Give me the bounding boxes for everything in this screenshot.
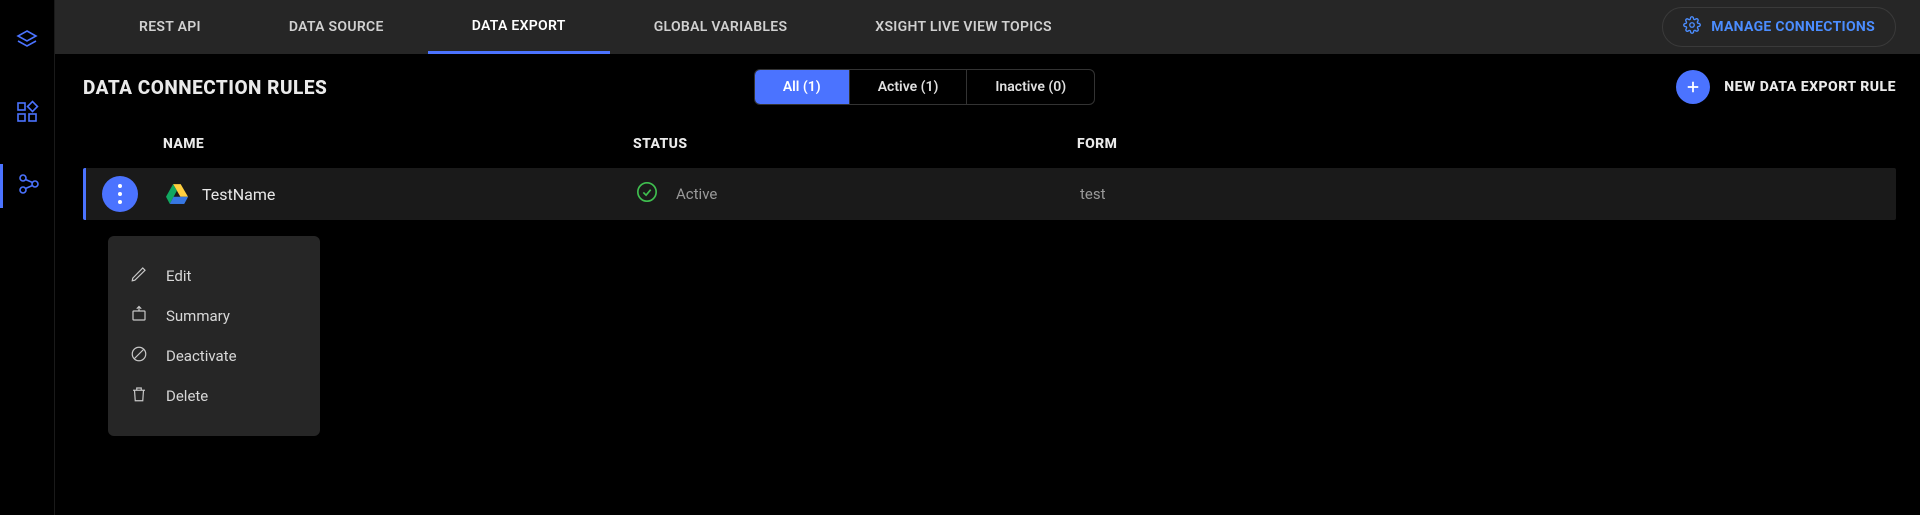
gear-icon (1683, 16, 1701, 38)
column-form: FORM (1077, 136, 1896, 152)
google-drive-icon (166, 184, 188, 204)
filter-active[interactable]: Active (1) (850, 70, 968, 104)
left-sidebar (0, 0, 55, 515)
tab-data-export[interactable]: DATA EXPORT (428, 0, 610, 54)
plus-icon (1676, 70, 1710, 104)
page-title: DATA CONNECTION RULES (83, 76, 327, 99)
row-context-menu: Edit Summary Deactivate Delete (108, 236, 320, 436)
sidebar-item-layers[interactable] (0, 20, 55, 64)
manage-connections-label: MANAGE CONNECTIONS (1711, 19, 1875, 35)
rules-table: NAME STATUS FORM (55, 120, 1920, 220)
pencil-icon (130, 265, 148, 287)
table-header: NAME STATUS FORM (83, 120, 1896, 168)
main-panel: REST API DATA SOURCE DATA EXPORT GLOBAL … (55, 0, 1920, 515)
vertical-dots-icon (118, 182, 122, 206)
filter-group: All (1) Active (1) Inactive (0) (754, 69, 1095, 105)
deactivate-icon (130, 345, 148, 367)
connections-icon (17, 172, 41, 200)
menu-deactivate-label: Deactivate (166, 347, 237, 365)
menu-edit[interactable]: Edit (108, 256, 320, 296)
row-actions-button[interactable] (102, 176, 138, 212)
row-form: test (1080, 185, 1896, 203)
dashboard-icon (15, 100, 39, 128)
check-circle-icon (636, 181, 658, 207)
menu-summary-label: Summary (166, 307, 230, 325)
top-tabbar: REST API DATA SOURCE DATA EXPORT GLOBAL … (55, 0, 1920, 54)
new-rule-label: NEW DATA EXPORT RULE (1724, 79, 1896, 95)
trash-icon (130, 385, 148, 407)
sidebar-item-connections[interactable] (0, 164, 55, 208)
table-row[interactable]: TestName Active test (83, 168, 1896, 220)
row-status: Active (676, 185, 717, 203)
tab-xsight-live-view[interactable]: XSIGHT LIVE VIEW TOPICS (831, 0, 1096, 54)
tab-rest-api[interactable]: REST API (95, 0, 245, 54)
menu-deactivate[interactable]: Deactivate (108, 336, 320, 376)
menu-delete[interactable]: Delete (108, 376, 320, 416)
filter-all[interactable]: All (1) (755, 70, 850, 104)
row-name: TestName (202, 185, 275, 204)
menu-edit-label: Edit (166, 267, 191, 285)
tab-data-source[interactable]: DATA SOURCE (245, 0, 428, 54)
sidebar-item-dashboard[interactable] (0, 92, 55, 136)
column-status: STATUS (633, 136, 1077, 152)
menu-summary[interactable]: Summary (108, 296, 320, 336)
new-data-export-rule-button[interactable]: NEW DATA EXPORT RULE (1676, 70, 1896, 104)
filter-inactive[interactable]: Inactive (0) (967, 70, 1094, 104)
column-name: NAME (163, 136, 633, 152)
manage-connections-button[interactable]: MANAGE CONNECTIONS (1662, 7, 1896, 47)
layers-icon (15, 28, 39, 56)
subheader: DATA CONNECTION RULES All (1) Active (1)… (55, 54, 1920, 120)
summary-icon (130, 305, 148, 327)
tab-global-variables[interactable]: GLOBAL VARIABLES (610, 0, 832, 54)
menu-delete-label: Delete (166, 387, 208, 405)
